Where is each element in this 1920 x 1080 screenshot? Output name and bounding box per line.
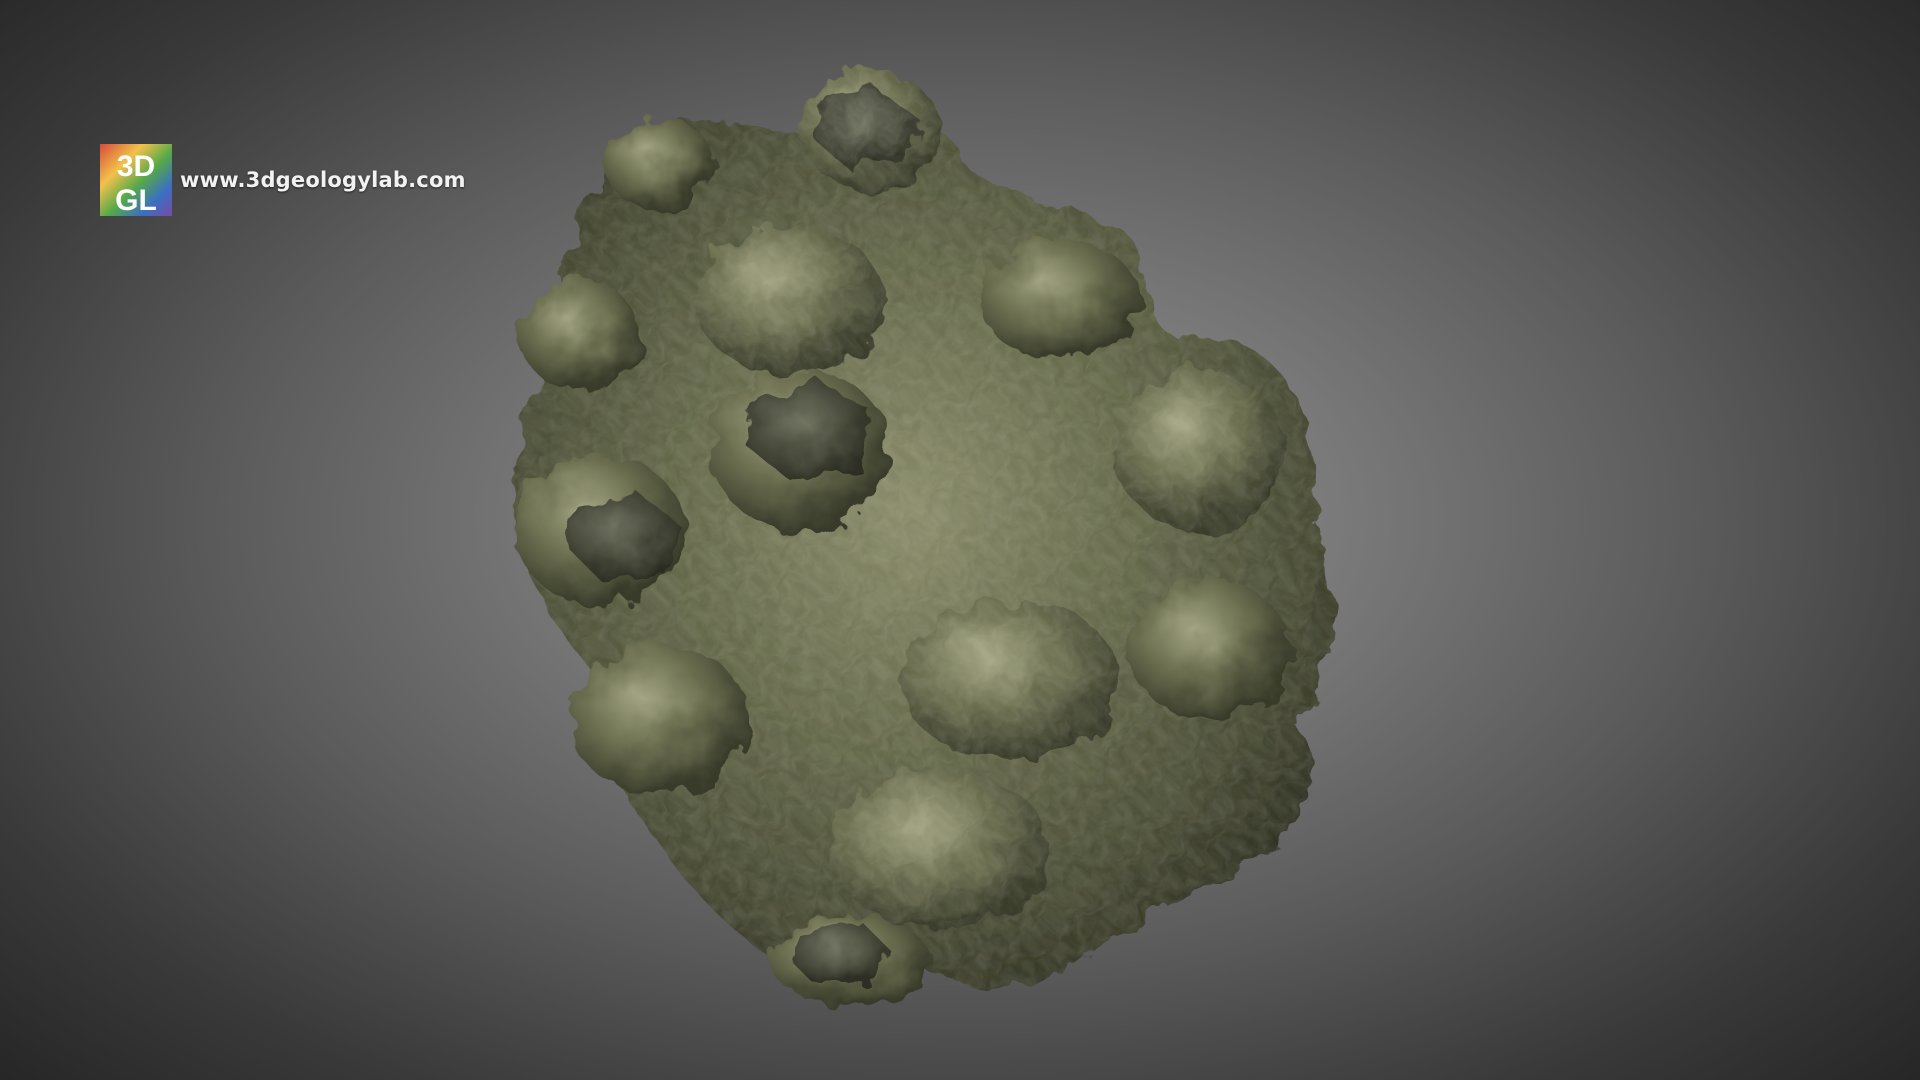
logo-line1: 3D xyxy=(117,150,155,183)
logo-line2: GL xyxy=(115,184,157,216)
model-viewer[interactable]: 3D GL www.3dgeologylab.com xyxy=(0,0,1920,1080)
site-url: www.3dgeologylab.com xyxy=(180,168,466,192)
watermark: 3D GL www.3dgeologylab.com xyxy=(100,144,466,216)
3dgl-logo-icon: 3D GL xyxy=(100,144,172,216)
